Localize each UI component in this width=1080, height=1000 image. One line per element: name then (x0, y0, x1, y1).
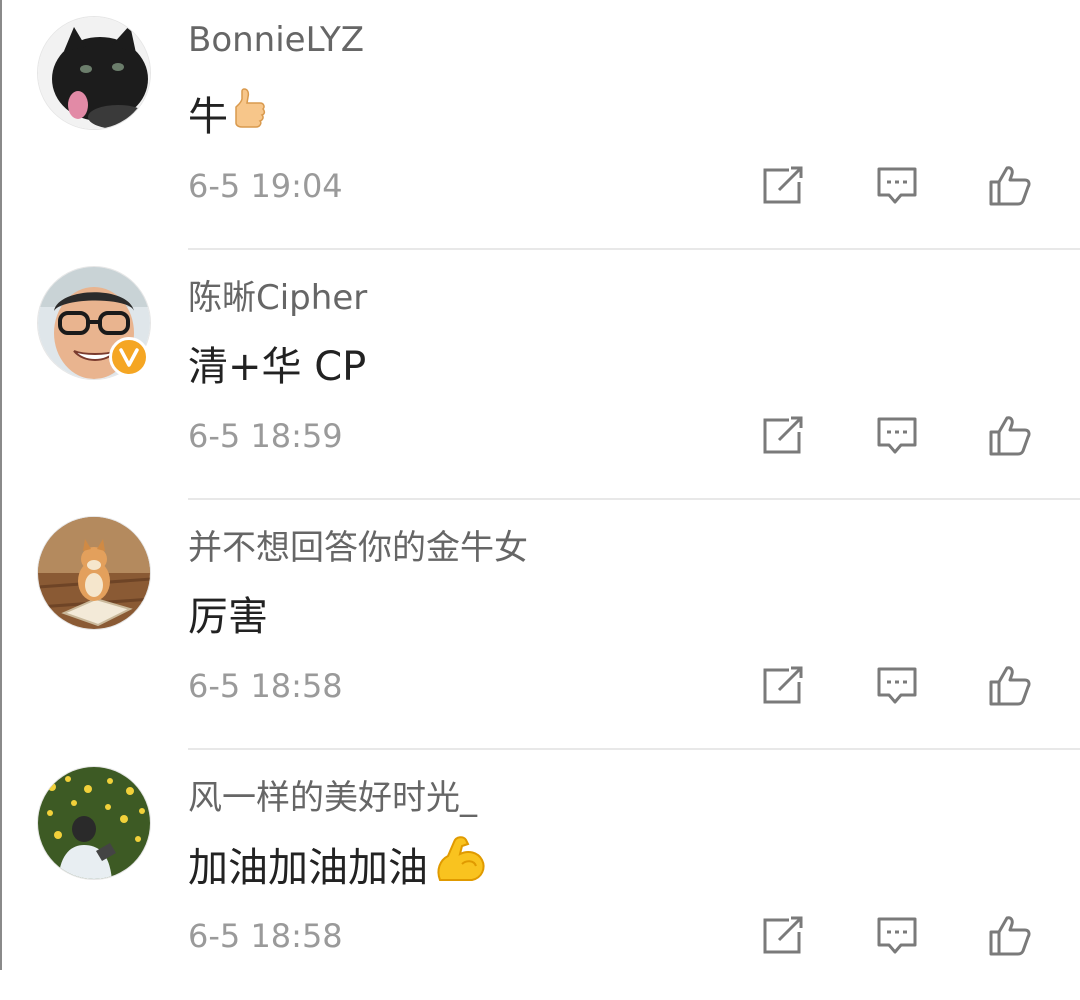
repost-button[interactable] (759, 912, 807, 960)
comment-button[interactable] (873, 662, 921, 710)
comment-icon (877, 917, 917, 954)
avatar[interactable] (37, 16, 151, 130)
avatar[interactable] (37, 766, 151, 880)
like-button[interactable] (986, 662, 1034, 710)
black-cat-avatar (38, 17, 150, 129)
like-button[interactable] (986, 162, 1034, 210)
like-icon (989, 666, 1031, 706)
like-icon (989, 166, 1031, 206)
avatar[interactable] (37, 516, 151, 630)
repost-icon (763, 666, 803, 704)
comment-time: 6-5 18:58 (188, 917, 343, 955)
comment-text: 加油加油加油 (188, 845, 428, 891)
comment-time: 6-5 18:59 (188, 417, 343, 455)
repost-button[interactable] (759, 662, 807, 710)
comment-icon (877, 167, 917, 204)
comment-text-row: 清+华 CP (188, 334, 366, 392)
comment-text-row: 厉害 (188, 584, 268, 642)
comment-item: 风一样的美好时光_ 加油加油加油 6-5 18:58 (0, 750, 1080, 1000)
like-button[interactable] (986, 412, 1034, 460)
username[interactable]: 并不想回答你的金牛女 (188, 520, 528, 569)
comment-item: 陈晰Cipher 清+华 CP 6-5 18:59 (0, 250, 1080, 500)
comment-time: 6-5 18:58 (188, 667, 343, 705)
thumbs-up-emoji (232, 87, 266, 139)
repost-button[interactable] (759, 162, 807, 210)
repost-icon (763, 166, 803, 204)
flexed-biceps-emoji (432, 834, 488, 894)
comment-text-row: 牛 (188, 84, 266, 142)
comment-button[interactable] (873, 162, 921, 210)
comment-time: 6-5 19:04 (188, 167, 343, 205)
comment-item: BonnieLYZ 牛 6-5 19:04 (0, 0, 1080, 250)
comment-item: 并不想回答你的金牛女 厉害 6-5 18:58 (0, 500, 1080, 750)
comment-text-row: 加油加油加油 (188, 834, 488, 894)
username[interactable]: 风一样的美好时光_ (188, 770, 477, 819)
comment-button[interactable] (873, 912, 921, 960)
like-button[interactable] (986, 912, 1034, 960)
username[interactable]: 陈晰Cipher (188, 270, 367, 319)
repost-icon (763, 416, 803, 454)
comment-button[interactable] (873, 412, 921, 460)
like-icon (989, 916, 1031, 956)
flower-field-avatar (38, 767, 150, 879)
verified-badge (109, 337, 149, 377)
comment-text: 牛 (188, 94, 228, 140)
comment-icon (877, 667, 917, 704)
repost-icon (763, 916, 803, 954)
comment-text: 清+华 CP (188, 344, 367, 390)
username[interactable]: BonnieLYZ (188, 20, 364, 60)
like-icon (989, 416, 1031, 456)
shiba-dog-avatar (38, 517, 150, 629)
comment-text: 厉害 (188, 594, 268, 640)
repost-button[interactable] (759, 412, 807, 460)
verified-v-icon (119, 348, 139, 367)
comment-icon (877, 417, 917, 454)
